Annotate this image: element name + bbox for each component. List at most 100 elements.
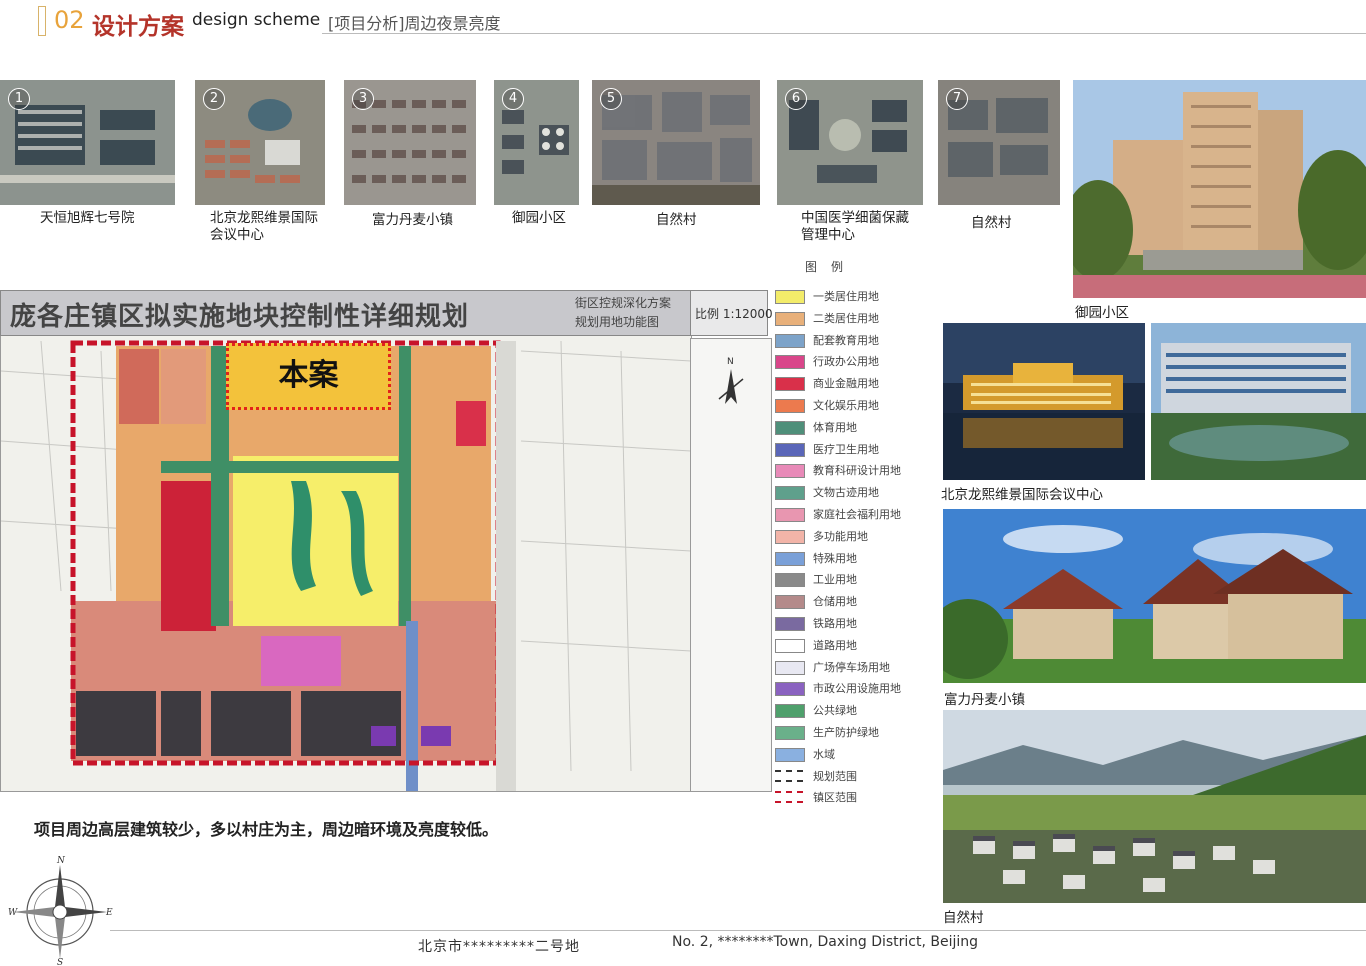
map-side-panel: N <box>690 338 772 792</box>
legend-label: 水域 <box>813 747 835 761</box>
legend-swatch <box>775 704 805 719</box>
legend-label: 生产防护绿地 <box>813 726 879 739</box>
header-accent-bar <box>38 6 46 36</box>
legend-swatch <box>775 420 805 435</box>
photo-longxi-night <box>943 323 1145 480</box>
legend-swatch <box>775 595 805 610</box>
analysis-note: 项目周边高层建筑较少，多以村庄为主，周边暗环境及亮度较低。 <box>34 820 499 839</box>
north-arrow-icon: N <box>718 357 744 404</box>
photo-caption-1: 御园小区 <box>1075 305 1129 321</box>
legend-label: 教育科研设计用地 <box>813 464 901 478</box>
aerial-number-badge: 1 <box>8 88 30 110</box>
aerial-number-badge: 6 <box>785 88 807 110</box>
aerial-caption-1: 天恒旭辉七号院 <box>40 210 135 226</box>
map-title: 庞各庄镇区拟实施地块控制性详细规划 <box>10 302 470 332</box>
legend-swatch <box>775 726 805 740</box>
aerial-caption-4: 御园小区 <box>512 210 566 226</box>
legend-label: 一类居住用地 <box>813 290 879 303</box>
legend-label: 二类居住用地 <box>813 311 879 325</box>
legend-swatch <box>775 377 805 392</box>
photo-caption-3: 富力丹麦小镇 <box>944 692 1025 708</box>
legend-label: 工业用地 <box>813 573 857 587</box>
legend-label: 商业金融用地 <box>813 377 879 391</box>
legend-title: 图例 <box>805 260 858 274</box>
legend-swatch <box>775 573 805 588</box>
legend-swatch <box>775 290 805 304</box>
photo-caption-2: 北京龙熙维景国际会议中心 <box>941 487 1103 503</box>
legend-swatch <box>775 660 805 675</box>
legend-swatch <box>775 333 805 348</box>
section-title-en: design scheme <box>192 10 321 30</box>
section-title: 设计方案 <box>92 14 184 40</box>
legend-label: 文物古迹用地 <box>813 486 879 500</box>
legend-swatch <box>775 464 805 479</box>
photo-longxi-day <box>1151 323 1366 480</box>
section-number: 02 <box>54 6 85 34</box>
legend-swatch <box>775 508 805 522</box>
legend-label: 公共绿地 <box>813 704 857 718</box>
header-divider <box>322 33 1366 34</box>
svg-text:S: S <box>57 958 63 965</box>
photo-yuyuan-residential <box>1073 80 1366 298</box>
aerial-caption-5: 自然村 <box>656 212 697 228</box>
aerial-thumb-7: 7 <box>938 80 1060 205</box>
legend-label: 文化娱乐用地 <box>813 399 879 412</box>
aerial-caption-7: 自然村 <box>971 215 1012 231</box>
aerial-thumb-2: 2 <box>195 80 325 205</box>
legend-swatch <box>775 682 805 697</box>
legend-label: 规划范围 <box>813 769 857 783</box>
photo-caption-4: 自然村 <box>943 910 984 926</box>
legend-label: 医疗卫生用地 <box>813 442 879 456</box>
map-scale: 比例 1:12000 <box>695 307 773 321</box>
aerial-number-badge: 7 <box>946 88 968 110</box>
aerial-thumb-4: 4 <box>494 80 579 205</box>
legend-label: 行政办公用地 <box>813 355 879 369</box>
legend-swatch <box>775 769 803 782</box>
svg-text:N: N <box>727 357 734 367</box>
aerial-thumb-3: 3 <box>344 80 476 205</box>
legend-swatch <box>775 529 805 544</box>
legend-swatch <box>775 617 805 631</box>
page-subtitle: [项目分析]周边夜景亮度 <box>328 14 501 33</box>
footer-project-cn: 北京市*********二号地 <box>418 939 580 955</box>
aerial-number-badge: 5 <box>600 88 622 110</box>
aerial-caption-3: 富力丹麦小镇 <box>372 212 453 228</box>
aerial-number-badge: 4 <box>502 88 524 110</box>
map-subtitle-2: 规划用地功能图 <box>575 315 660 329</box>
legend-swatch <box>775 791 803 804</box>
aerial-thumb-5: 5 <box>592 80 760 205</box>
legend-swatch <box>775 355 805 370</box>
legend-label: 道路用地 <box>813 638 857 652</box>
project-site-label: 本案 <box>226 343 391 410</box>
legend-label: 广场停车场用地 <box>813 660 890 674</box>
legend-label: 多功能用地 <box>813 529 868 543</box>
legend-swatch <box>775 399 805 413</box>
aerial-thumb-1: 1 <box>0 80 175 205</box>
legend-label: 仓储用地 <box>813 595 857 609</box>
svg-text:E: E <box>105 908 113 918</box>
legend-swatch <box>775 486 805 501</box>
aerial-number-badge: 3 <box>352 88 374 110</box>
legend-label: 家庭社会福利用地 <box>813 508 901 521</box>
aerial-thumb-6: 6 <box>777 80 923 205</box>
legend-swatch <box>775 551 805 566</box>
legend-label: 铁路用地 <box>813 617 857 630</box>
legend-label: 特殊用地 <box>813 551 857 565</box>
legend-swatch <box>775 442 805 457</box>
svg-text:N: N <box>56 856 66 866</box>
legend-label: 体育用地 <box>813 420 857 434</box>
legend-swatch <box>775 311 805 326</box>
aerial-caption-6: 中国医学细菌保藏管理中心 <box>801 210 909 243</box>
compass-rose-icon: N S W E <box>8 856 113 965</box>
photo-natural-village <box>943 710 1366 903</box>
photo-fuli-danmai-town <box>943 509 1366 683</box>
aerial-number-badge: 2 <box>203 88 225 110</box>
svg-text:W: W <box>8 908 18 918</box>
legend-label: 镇区范围 <box>813 791 857 805</box>
footer-project-en: No. 2, ********Town, Daxing District, Be… <box>672 934 979 950</box>
map-subtitle-1: 街区控规深化方案 <box>575 296 672 310</box>
footer-divider <box>110 930 1366 931</box>
legend-swatch <box>775 638 805 653</box>
aerial-caption-2: 北京龙熙维景国际会议中心 <box>210 210 318 243</box>
legend-label: 市政公用设施用地 <box>813 682 901 696</box>
